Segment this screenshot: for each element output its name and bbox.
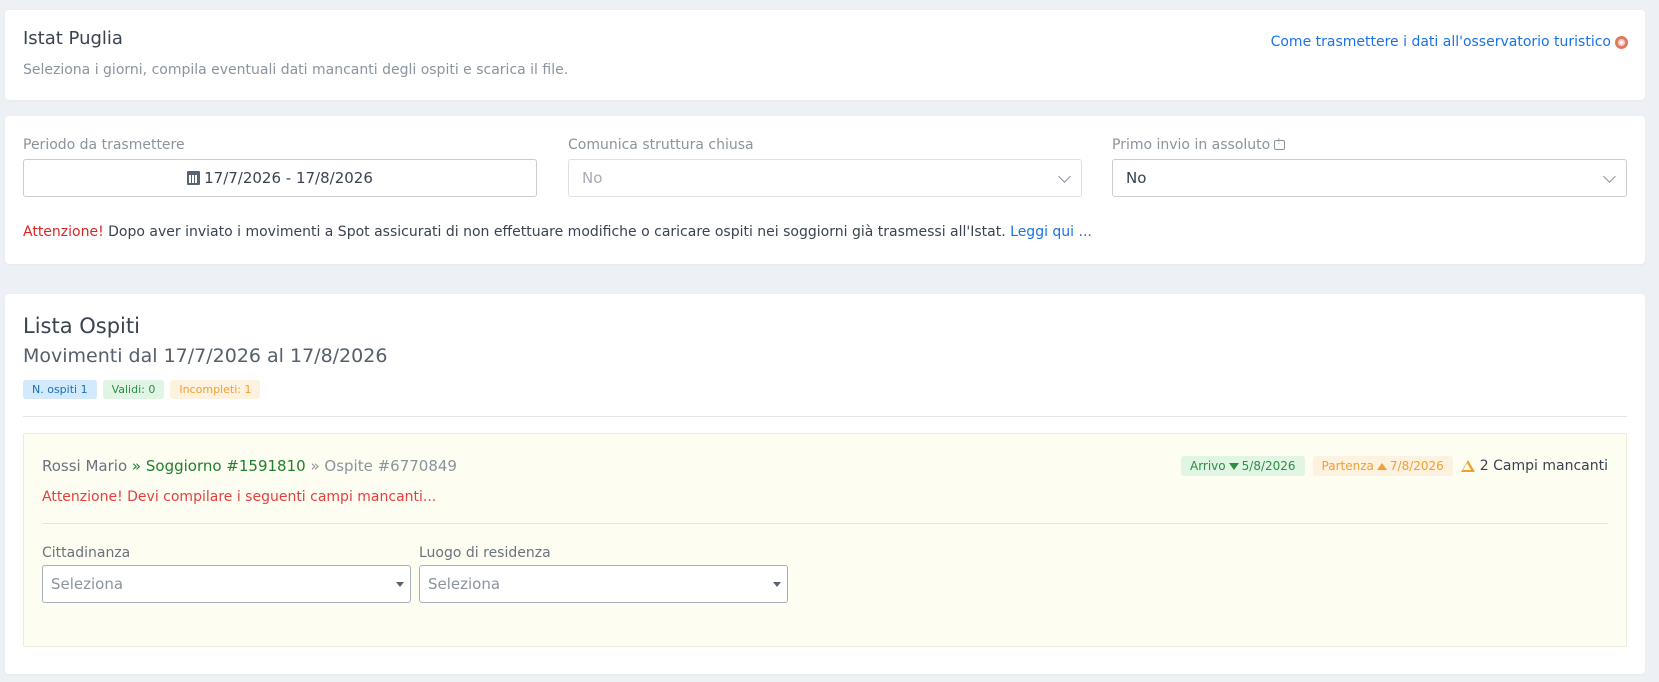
- caret-down-icon: [773, 582, 781, 587]
- chevron-down-icon: [1603, 170, 1616, 183]
- valid-badge: Validi: 0: [102, 380, 165, 399]
- departure-date: 7/8/2026: [1389, 459, 1444, 473]
- caret-down-icon: [396, 582, 404, 587]
- stay-link[interactable]: » Soggiorno #1591810: [132, 457, 306, 475]
- arrow-up-icon: [1376, 462, 1387, 470]
- closed-label: Comunica struttura chiusa: [568, 137, 754, 153]
- guest-name: Rossi Mario: [42, 457, 128, 475]
- warning-triangle-icon: [1460, 460, 1475, 472]
- divider: [42, 523, 1608, 524]
- arrival-date: 5/8/2026: [1241, 459, 1296, 473]
- closed-select[interactable]: No: [568, 159, 1082, 197]
- calendar-icon: [187, 171, 201, 185]
- guest-badges: N. ospiti 1 Validi: 0 Incompleti: 1: [23, 380, 261, 399]
- missing-fields-alert: Attenzione! Devi compilare i seguenti ca…: [42, 489, 437, 505]
- citizenship-select[interactable]: Seleziona: [42, 565, 411, 603]
- arrival-badge: Arrivo 5/8/2026: [1180, 456, 1305, 476]
- filters-card: Periodo da trasmettere 17/7/2026 - 17/8/…: [5, 116, 1645, 264]
- comment-icon[interactable]: [1274, 137, 1286, 150]
- residence-label: Luogo di residenza: [419, 545, 551, 561]
- period-label: Periodo da trasmettere: [23, 137, 185, 153]
- chevron-down-icon: [1058, 170, 1071, 183]
- closed-value: No: [582, 169, 603, 187]
- transmission-warning: Attenzione! Dopo aver inviato i moviment…: [23, 224, 1092, 240]
- divider: [23, 416, 1627, 417]
- missing-fields: 2 Campi mancanti: [1460, 458, 1608, 474]
- guest-item: Rossi Mario » Soggiorno #1591810 » Ospit…: [23, 433, 1627, 647]
- citizenship-field: Cittadinanza Seleziona: [42, 545, 411, 603]
- first-send-label: Primo invio in assoluto: [1112, 137, 1271, 153]
- closed-field: Comunica struttura chiusa No: [568, 136, 1082, 197]
- residence-placeholder: Seleziona: [428, 575, 501, 593]
- arrow-down-icon: [1228, 462, 1239, 470]
- first-send-label-row: Primo invio in assoluto: [1112, 136, 1627, 154]
- help-link-label: Come trasmettere i dati all'osservatorio…: [1270, 34, 1611, 50]
- missing-fields-label: 2 Campi mancanti: [1479, 458, 1608, 474]
- guests-title: Lista Ospiti: [23, 314, 140, 338]
- guest-id: » Ospite #6770849: [310, 457, 457, 475]
- residence-select[interactable]: Seleziona: [419, 565, 788, 603]
- guests-count-badge: N. ospiti 1: [23, 380, 97, 399]
- departure-label: Partenza: [1321, 459, 1374, 473]
- lifebuoy-icon: [1615, 35, 1628, 49]
- guests-card: Lista Ospiti Movimenti dal 17/7/2026 al …: [5, 294, 1645, 674]
- warning-text: Dopo aver inviato i movimenti a Spot ass…: [108, 224, 1006, 240]
- first-send-field: Primo invio in assoluto No: [1112, 136, 1627, 197]
- guests-subtitle: Movimenti dal 17/7/2026 al 17/8/2026: [23, 345, 388, 367]
- incomplete-badge: Incompleti: 1: [170, 380, 261, 399]
- period-value: 17/7/2026 - 17/8/2026: [204, 169, 373, 187]
- header-card: Istat Puglia Seleziona i giorni, compila…: [5, 10, 1645, 100]
- residence-field: Luogo di residenza Seleziona: [419, 545, 788, 603]
- warning-strong: Attenzione!: [23, 224, 104, 240]
- guest-heading: Rossi Mario » Soggiorno #1591810 » Ospit…: [42, 457, 457, 475]
- first-send-value: No: [1126, 169, 1147, 187]
- period-field: Periodo da trasmettere 17/7/2026 - 17/8/…: [23, 136, 537, 197]
- citizenship-label: Cittadinanza: [42, 545, 131, 561]
- arrival-label: Arrivo: [1189, 459, 1226, 473]
- departure-badge: Partenza 7/8/2026: [1312, 456, 1453, 476]
- citizenship-placeholder: Seleziona: [51, 575, 124, 593]
- help-link[interactable]: Come trasmettere i dati all'osservatorio…: [1271, 34, 1628, 50]
- guest-meta: Arrivo 5/8/2026 Partenza 7/8/2026 2 Camp…: [1180, 456, 1608, 476]
- page-title: Istat Puglia: [23, 28, 123, 49]
- page-subtitle: Seleziona i giorni, compila eventuali da…: [23, 62, 569, 78]
- first-send-select[interactable]: No: [1112, 159, 1627, 197]
- period-date-picker[interactable]: 17/7/2026 - 17/8/2026: [23, 159, 537, 197]
- read-more-link[interactable]: Leggi qui ...: [1010, 224, 1092, 240]
